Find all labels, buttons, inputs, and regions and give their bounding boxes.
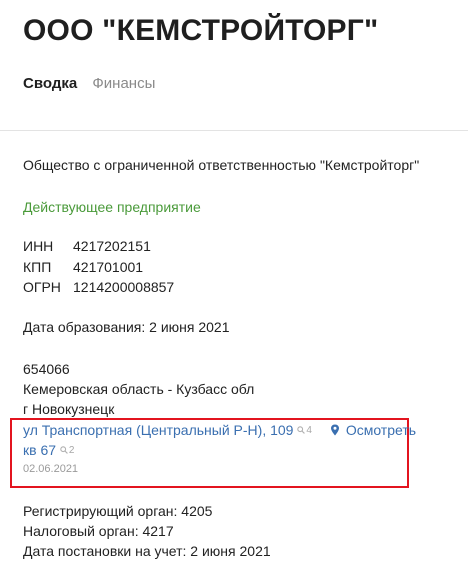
search-icon <box>297 426 306 434</box>
address-region: Кемеровская область - Кузбасс обл <box>23 381 255 397</box>
requisite-kpp: КПП 421701001 <box>23 259 143 275</box>
kpp-value: 421701001 <box>73 259 144 275</box>
tax-registration-date: Дата постановки на учет: 2 июня 2021 <box>23 543 271 559</box>
tax-authority: Налоговый орган: 4217 <box>23 523 174 539</box>
flat-count: 2 <box>68 444 75 456</box>
reg-authority: Регистрирующий орган: 4205 <box>23 503 213 519</box>
inn-value: 4217202151 <box>73 238 151 254</box>
flat-search-count[interactable]: 2 <box>60 444 75 456</box>
ogrn-label: ОГРН <box>23 279 61 295</box>
company-full-name: Общество с ограниченной ответственностью… <box>23 157 420 173</box>
tab-summary[interactable]: Сводка <box>23 75 77 92</box>
view-map-link[interactable]: Осмотреть <box>330 422 416 438</box>
requisite-inn: ИНН 4217202151 <box>23 238 151 254</box>
address-flat-row: кв 67 2 <box>23 442 74 458</box>
inn-label: ИНН <box>23 238 54 254</box>
tab-finance[interactable]: Финансы <box>92 75 155 92</box>
view-map-label: Осмотреть <box>345 422 417 438</box>
address-postcode: 654066 <box>23 361 70 377</box>
street-link[interactable]: ул Транспортная (Центральный Р-Н), 109 <box>23 422 293 438</box>
requisite-ogrn: ОГРН 1214200008857 <box>23 279 174 295</box>
kpp-label: КПП <box>23 259 52 275</box>
page-title: ООО "КЕМСТРОЙТОРГ" <box>23 14 379 47</box>
search-icon <box>60 446 68 454</box>
ogrn-value: 1214200008857 <box>73 279 175 295</box>
divider <box>0 130 468 131</box>
founded-date: Дата образования: 2 июня 2021 <box>23 319 230 335</box>
street-count: 4 <box>306 424 312 436</box>
flat-link[interactable]: кв 67 <box>23 442 56 458</box>
address-date: 02.06.2021 <box>23 463 79 475</box>
address-street-row: ул Транспортная (Центральный Р-Н), 109 4… <box>23 422 416 438</box>
map-pin-icon <box>330 424 339 436</box>
tabs-bar: Сводка Финансы <box>23 75 155 92</box>
status-label: Действующее предприятие <box>23 199 201 215</box>
street-search-count[interactable]: 4 <box>297 425 312 436</box>
address-city: г Новокузнецк <box>23 401 115 417</box>
